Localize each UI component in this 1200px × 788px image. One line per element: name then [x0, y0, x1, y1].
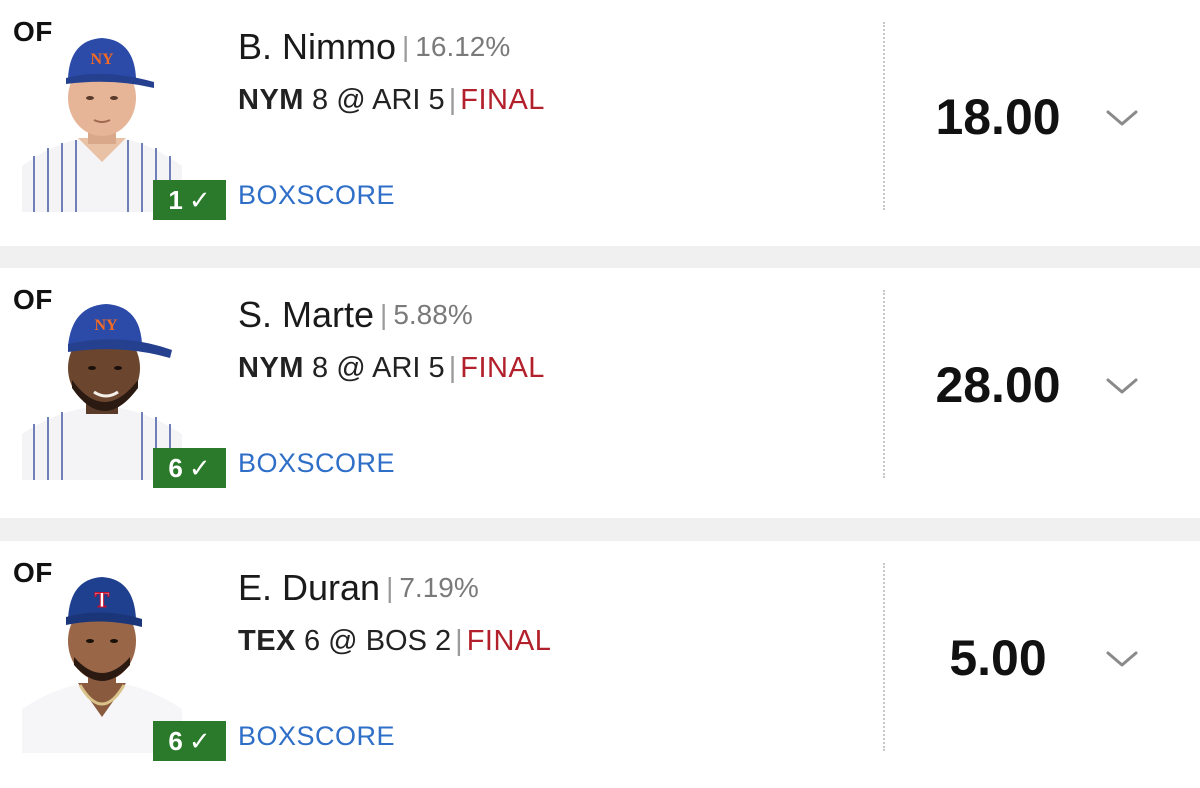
boxscore-link[interactable]: BOXSCORE	[238, 448, 395, 479]
column-divider	[883, 290, 885, 478]
team-abbr: NYM	[238, 352, 304, 384]
rank-value: 6	[168, 725, 183, 756]
opponent-abbr: BOS	[365, 625, 427, 657]
chevron-down-icon[interactable]	[1104, 374, 1140, 398]
player-name[interactable]: B. Nimmo	[238, 26, 396, 67]
svg-text:NY: NY	[90, 51, 114, 68]
svg-text:T: T	[95, 587, 110, 612]
opponent-score: 2	[435, 625, 452, 657]
team-abbr: TEX	[238, 625, 296, 657]
game-score-line: NYM 8 @ ARI 5 | FINAL	[238, 84, 545, 117]
team-score: 8	[312, 84, 329, 116]
lineup-list: OF NY 1 ✓ B. Nimmo | 16.12% NYM 8 @ ARI …	[0, 0, 1200, 788]
player-name[interactable]: S. Marte	[238, 294, 374, 335]
check-icon: ✓	[188, 184, 211, 215]
opponent-score: 5	[428, 84, 445, 116]
rank-badge: 1 ✓	[153, 180, 226, 220]
player-row[interactable]: OF NY 6 ✓ S. Marte | 5.88% NYM 8 @ ARI 5…	[0, 268, 1200, 518]
team-abbr: NYM	[238, 84, 304, 116]
opponent-abbr: ARI	[372, 84, 421, 116]
column-divider	[883, 22, 885, 210]
divider-bar: |	[380, 299, 388, 330]
divider-bar: |	[455, 625, 463, 657]
player-name-line: S. Marte | 5.88%	[238, 294, 473, 336]
at-symbol: @	[328, 625, 358, 657]
check-icon: ✓	[188, 725, 211, 756]
chevron-down-icon[interactable]	[1104, 647, 1140, 671]
divider-bar: |	[448, 352, 457, 384]
opponent-score: 5	[428, 352, 445, 384]
fantasy-points: 5.00	[949, 630, 1047, 686]
player-name-line: B. Nimmo | 16.12%	[238, 26, 510, 68]
player-name[interactable]: E. Duran	[238, 567, 380, 608]
game-status: FINAL	[466, 625, 552, 657]
rank-value: 1	[168, 184, 183, 215]
boxscore-link[interactable]: BOXSCORE	[238, 721, 395, 752]
ownership-percent: 5.88%	[393, 299, 473, 330]
ownership-percent: 7.19%	[399, 572, 479, 603]
rank-badge: 6 ✓	[153, 721, 226, 761]
divider-bar: |	[402, 31, 410, 62]
at-symbol: @	[336, 84, 366, 116]
ownership-percent: 16.12%	[415, 31, 511, 62]
team-score: 8	[312, 352, 329, 384]
player-row[interactable]: OF T 6 ✓ E. Duran | 7.19% TEX 6 @ BOS 2 …	[0, 541, 1200, 788]
at-symbol: @	[336, 352, 366, 384]
fantasy-points: 28.00	[935, 357, 1061, 413]
divider-bar: |	[448, 84, 457, 116]
player-row[interactable]: OF NY 1 ✓ B. Nimmo | 16.12% NYM 8 @ ARI …	[0, 0, 1200, 246]
fantasy-points: 18.00	[935, 89, 1061, 145]
team-score: 6	[303, 625, 321, 657]
svg-text:NY: NY	[94, 317, 118, 334]
game-status: FINAL	[460, 84, 545, 116]
chevron-down-icon[interactable]	[1104, 106, 1140, 130]
rank-badge: 6 ✓	[153, 448, 226, 488]
check-icon: ✓	[188, 452, 211, 483]
opponent-abbr: ARI	[372, 352, 421, 384]
player-name-line: E. Duran | 7.19%	[238, 567, 479, 609]
game-status: FINAL	[460, 352, 545, 384]
game-score-line: NYM 8 @ ARI 5 | FINAL	[238, 352, 545, 385]
column-divider	[883, 563, 885, 751]
game-score-line: TEX 6 @ BOS 2 | FINAL	[238, 625, 551, 658]
divider-bar: |	[386, 572, 394, 603]
boxscore-link[interactable]: BOXSCORE	[238, 180, 395, 211]
rank-value: 6	[168, 452, 183, 483]
